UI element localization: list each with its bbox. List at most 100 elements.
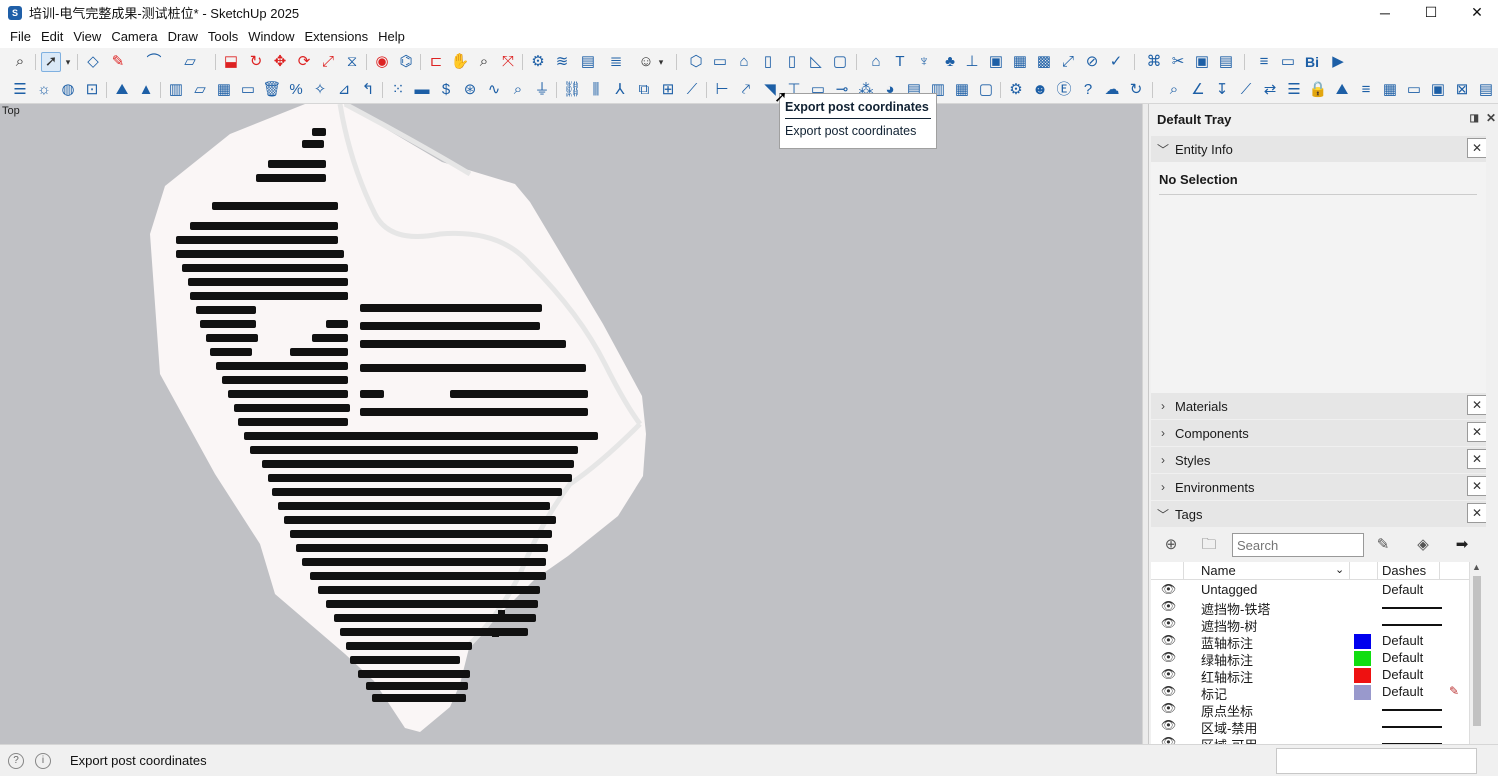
eraser-icon[interactable]: ◇ — [83, 52, 103, 72]
loss-icon[interactable]: ▭ — [1278, 52, 1298, 72]
front-view-icon[interactable]: ⌂ — [734, 52, 754, 72]
tag-colors-icon[interactable]: ◈ — [1413, 535, 1433, 555]
scroll-thumb[interactable] — [1473, 576, 1481, 726]
line-tool-icon[interactable]: ✎ — [108, 52, 128, 72]
cog-icon[interactable]: ⚙ — [1006, 80, 1026, 100]
wiring-icon[interactable]: ∿ — [484, 80, 504, 100]
play-icon[interactable]: ▶ — [1328, 52, 1348, 72]
hook-icon[interactable]: ↰ — [358, 80, 378, 100]
active-tag-pencil-icon[interactable]: ✎ — [1449, 684, 1459, 698]
back-view-icon[interactable]: ▯ — [782, 52, 802, 72]
tag-row[interactable]: 👁 区域-禁用 — [1151, 718, 1469, 736]
wand-icon[interactable]: ✧ — [310, 80, 330, 100]
account-icon[interactable]: ☺ — [636, 52, 656, 72]
tree-icon[interactable]: ♣ — [940, 52, 960, 72]
list-icon[interactable]: ☰ — [1284, 80, 1304, 100]
tape-measure-icon[interactable]: ◉ — [372, 52, 392, 72]
network-icon[interactable]: ⌘ — [1144, 52, 1164, 72]
lock-icon[interactable]: 🔒 — [1308, 80, 1328, 100]
grid-icon[interactable]: ▦ — [1010, 52, 1030, 72]
users-icon[interactable]: ☻ — [1030, 80, 1050, 100]
model-viewport[interactable]: Top — [0, 104, 1142, 744]
visibility-eye-icon[interactable]: 👁 — [1161, 582, 1176, 596]
tag-dashes[interactable]: Default — [1382, 633, 1423, 648]
add-tag-icon[interactable]: ⊕ — [1161, 535, 1181, 555]
pin-tool-icon[interactable]: ▩ — [1034, 52, 1054, 72]
tag-dashes-line[interactable] — [1382, 709, 1442, 711]
column-icon[interactable]: ▥ — [166, 80, 186, 100]
minimize-button[interactable]: ─ — [1362, 0, 1408, 25]
menu-tools[interactable]: Tools — [203, 25, 243, 48]
obj-export-icon[interactable]: ▤ — [1216, 52, 1236, 72]
terrain-alt-icon[interactable]: ⛰ — [1332, 80, 1352, 100]
info-icon[interactable]: i — [35, 753, 51, 769]
tags-header[interactable]: ﹀ Tags ✕ — [1151, 501, 1487, 527]
menu-help[interactable]: Help — [373, 25, 410, 48]
zoom-icon[interactable]: ⌕ — [474, 52, 494, 72]
tower-icon[interactable]: ♆ — [914, 52, 934, 72]
tag-dashes-line[interactable] — [1382, 624, 1442, 626]
refresh-icon[interactable]: ↻ — [1126, 80, 1146, 100]
globe-icon[interactable]: ◍ — [58, 80, 78, 100]
ruler-icon[interactable]: ⟋ — [682, 80, 702, 100]
visibility-eye-icon[interactable]: 👁 — [1161, 701, 1176, 715]
search-icon[interactable]: ⌕ — [10, 52, 30, 72]
left-view-icon[interactable]: ◺ — [806, 52, 826, 72]
check-icon[interactable]: ✓ — [1106, 52, 1126, 72]
top-view-icon[interactable]: ▭ — [710, 52, 730, 72]
delete-icon[interactable]: 🗑 — [262, 80, 282, 100]
scroll-up-icon[interactable]: ▲ — [1472, 562, 1481, 572]
entity-info-close-icon[interactable]: ✕ — [1467, 138, 1487, 158]
sun-icon[interactable]: ☼ — [34, 80, 54, 100]
move-tool-icon[interactable]: ✥ — [270, 52, 290, 72]
box-icon[interactable]: ▣ — [986, 52, 1006, 72]
tag-row[interactable]: 👁 区域-可用 — [1151, 735, 1469, 744]
column-dashes[interactable]: Dashes — [1382, 563, 1426, 578]
tag-row[interactable]: 👁 遮挡物-树 — [1151, 616, 1469, 634]
chart-icon[interactable]: ⤤ — [736, 80, 756, 100]
add-folder-icon[interactable]: 🗀 — [1199, 535, 1219, 555]
hide-icon[interactable]: ≋ — [552, 52, 572, 72]
styles-header[interactable]: › Styles ✕ — [1151, 447, 1487, 473]
column-name[interactable]: Name — [1201, 563, 1236, 578]
styles-close-icon[interactable]: ✕ — [1467, 449, 1487, 469]
percent-icon[interactable]: % — [286, 80, 306, 100]
auto-icon[interactable]: ▤ — [1476, 80, 1496, 100]
scale-tool-icon[interactable]: ⤢ — [318, 52, 338, 72]
follow-me-icon[interactable]: ↻ — [246, 52, 266, 72]
zoom-extents-icon[interactable]: ⤧ — [498, 52, 518, 72]
menu-window[interactable]: Window — [243, 25, 299, 48]
select-dropdown-icon[interactable]: ▾ — [62, 52, 74, 72]
rectangle-tool-icon[interactable]: ▱ — [180, 52, 200, 72]
menu-draw[interactable]: Draw — [163, 25, 203, 48]
tags-scrollbar[interactable]: ▲ — [1469, 562, 1483, 744]
bench-icon[interactable]: ▭ — [1404, 80, 1424, 100]
menu-extensions[interactable]: Extensions — [300, 25, 374, 48]
menu-lines-icon[interactable]: ☰ — [10, 80, 30, 100]
visibility-eye-icon[interactable]: 👁 — [1161, 633, 1176, 647]
bottom-view-icon[interactable]: ▢ — [830, 52, 850, 72]
measure-angle-icon[interactable]: ⊿ — [334, 80, 354, 100]
tray-close-icon[interactable]: ✕ — [1486, 111, 1496, 125]
visibility-eye-icon[interactable]: 👁 — [1161, 599, 1176, 613]
arc-tool-icon[interactable]: ⌒ — [144, 52, 164, 72]
materials-close-icon[interactable]: ✕ — [1467, 395, 1487, 415]
tag-dashes[interactable]: Default — [1382, 684, 1423, 699]
tags-search-input[interactable] — [1232, 533, 1364, 557]
visibility-eye-icon[interactable]: 👁 — [1161, 667, 1176, 681]
database-icon[interactable]: ≡ — [1254, 52, 1274, 72]
close-button[interactable]: ✕ — [1454, 0, 1498, 25]
solar-icon[interactable]: ≣ — [606, 52, 626, 72]
menu-view[interactable]: View — [68, 25, 106, 48]
swap-icon[interactable]: ⇄ — [1260, 80, 1280, 100]
visibility-eye-icon[interactable]: 👁 — [1161, 616, 1176, 630]
tag-dashes[interactable]: Default — [1382, 667, 1423, 682]
ground-icon[interactable]: ⏚ — [532, 80, 552, 100]
copy-icon[interactable]: ⧉ — [634, 80, 654, 100]
rotate-tool-icon[interactable]: ⟳ — [294, 52, 314, 72]
tag-dashes-line[interactable] — [1382, 726, 1442, 728]
components-header[interactable]: › Components ✕ — [1151, 420, 1487, 446]
report-icon[interactable]: ▢ — [976, 80, 996, 100]
tag-row[interactable]: 👁 遮挡物-铁塔 — [1151, 599, 1469, 617]
tag-dashes-line[interactable] — [1382, 607, 1442, 609]
